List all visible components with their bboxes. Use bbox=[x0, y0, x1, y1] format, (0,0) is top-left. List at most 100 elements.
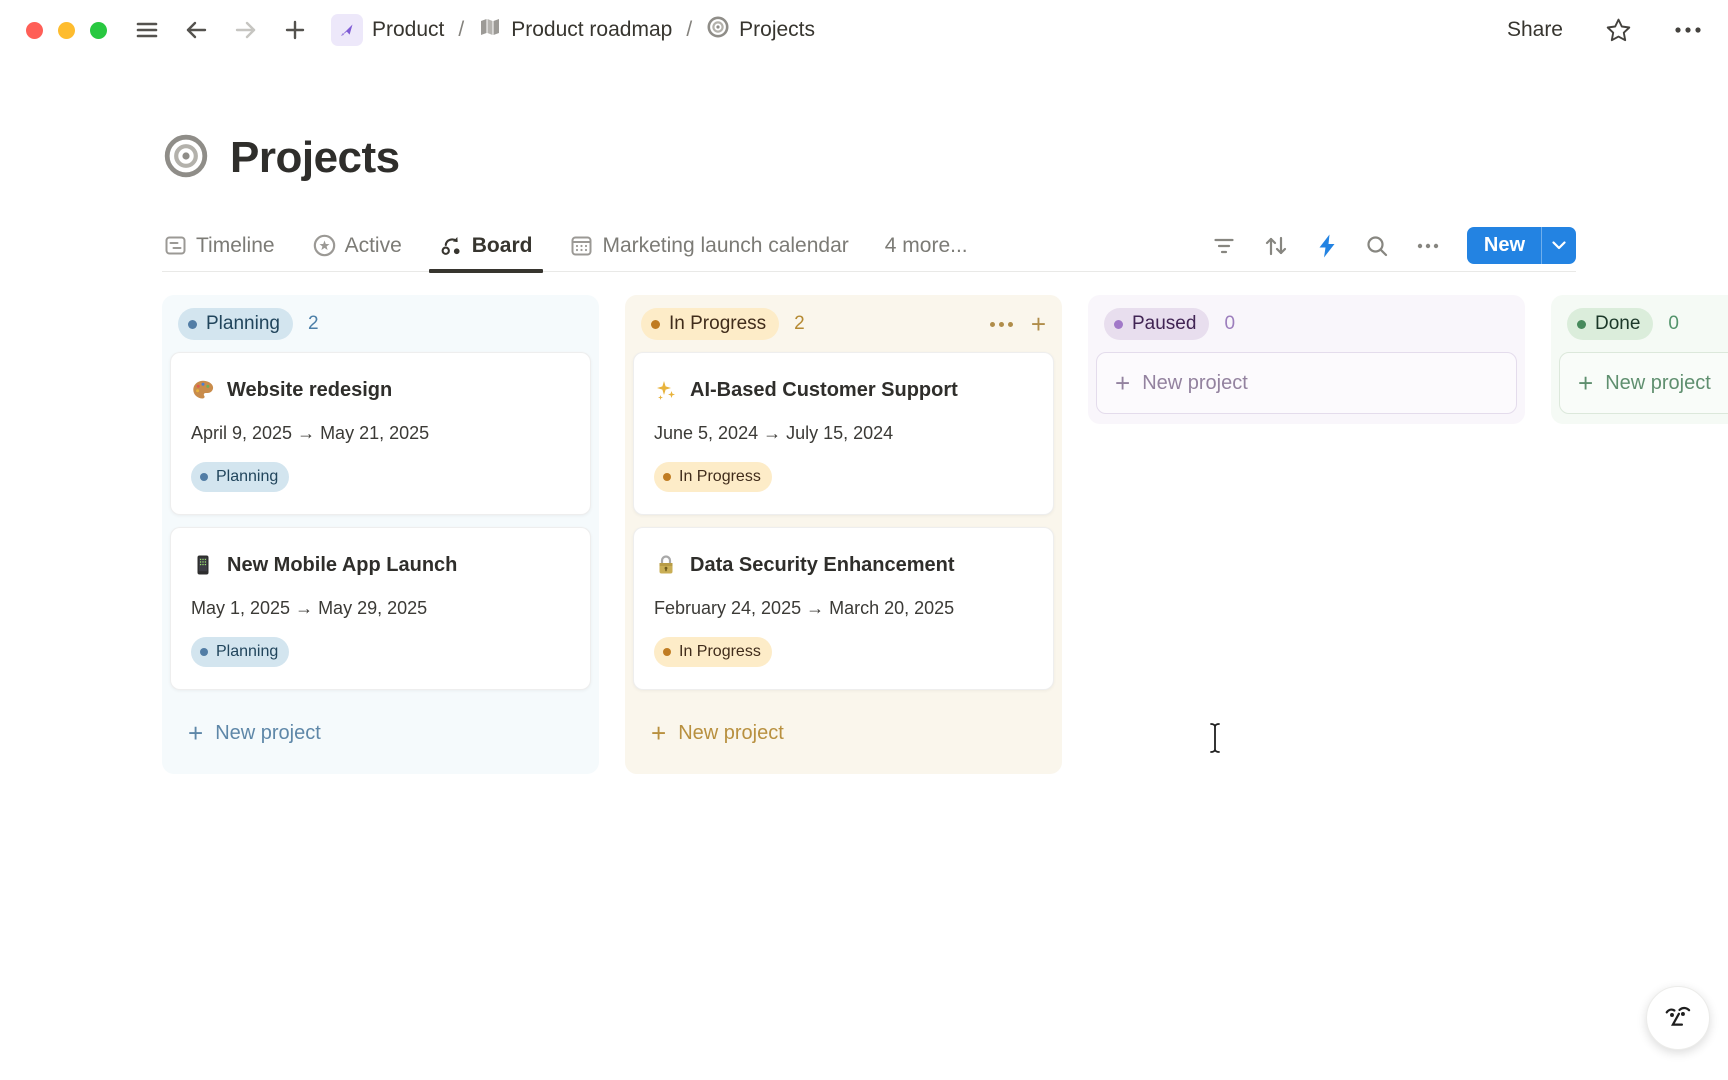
card-status-tag: Planning bbox=[191, 637, 289, 667]
new-button[interactable]: New bbox=[1467, 227, 1576, 264]
tag-label: Planning bbox=[216, 468, 278, 486]
card-status-tag: In Progress bbox=[654, 637, 772, 667]
sparkles-icon bbox=[654, 378, 678, 402]
zoom-window-button[interactable] bbox=[90, 22, 107, 39]
breadcrumb-separator: / bbox=[458, 18, 464, 42]
active-star-icon bbox=[313, 234, 336, 257]
new-button-dropdown[interactable] bbox=[1541, 227, 1576, 264]
minimize-window-button[interactable] bbox=[58, 22, 75, 39]
new-project-button[interactable]: + New project bbox=[1096, 352, 1517, 414]
column-header: Done 0 bbox=[1559, 308, 1728, 340]
board-column-in-progress: In Progress 2 + AI-Based Customer Suppor… bbox=[625, 295, 1062, 774]
automations-lightning-icon[interactable] bbox=[1316, 233, 1338, 259]
more-views-button[interactable]: 4 more... bbox=[885, 234, 968, 258]
column-options-icon[interactable] bbox=[990, 322, 1013, 327]
breadcrumb-label: Product roadmap bbox=[511, 18, 672, 42]
status-dot bbox=[200, 648, 208, 656]
tab-label: Active bbox=[345, 234, 402, 258]
window-titlebar: Product / Product roadmap / Projects Sha… bbox=[0, 0, 1728, 60]
view-options-icon[interactable] bbox=[1416, 242, 1440, 250]
column-status-pill[interactable]: Paused bbox=[1104, 308, 1209, 340]
plus-icon: + bbox=[651, 718, 666, 749]
new-project-button[interactable]: + New project bbox=[170, 702, 591, 764]
card-date-range: April 9, 2025 → May 21, 2025 bbox=[191, 423, 570, 444]
tab-active[interactable]: Active bbox=[311, 220, 404, 272]
column-name: In Progress bbox=[669, 313, 766, 335]
target-icon bbox=[706, 15, 730, 45]
card-date-range: February 24, 2025 → March 20, 2025 bbox=[654, 598, 1033, 619]
column-status-pill[interactable]: Done bbox=[1567, 308, 1653, 340]
tab-label: Marketing launch calendar bbox=[602, 234, 848, 258]
filter-icon[interactable] bbox=[1212, 236, 1236, 256]
column-count: 0 bbox=[1224, 313, 1235, 335]
column-status-pill[interactable]: In Progress bbox=[641, 308, 779, 340]
board-view: Planning 2 Website redesign April 9, 202… bbox=[0, 295, 1728, 774]
new-project-label: New project bbox=[215, 722, 321, 745]
tab-board[interactable]: Board bbox=[438, 220, 535, 272]
project-card-new-mobile-app-launch[interactable]: New Mobile App Launch May 1, 2025 → May … bbox=[170, 527, 591, 690]
column-count: 2 bbox=[308, 313, 319, 335]
project-card-ai-based-customer-support[interactable]: AI-Based Customer Support June 5, 2024 →… bbox=[633, 352, 1054, 515]
card-status-tag: Planning bbox=[191, 462, 289, 492]
breadcrumb-item-product[interactable]: Product bbox=[331, 14, 444, 46]
text-cursor bbox=[1206, 722, 1224, 759]
column-count: 2 bbox=[794, 313, 805, 335]
card-date-range: May 1, 2025 → May 29, 2025 bbox=[191, 598, 570, 619]
search-icon[interactable] bbox=[1365, 234, 1389, 258]
sidebar-menu-icon[interactable] bbox=[135, 18, 159, 42]
board-column-planning: Planning 2 Website redesign April 9, 202… bbox=[162, 295, 599, 774]
notion-ai-face-button[interactable] bbox=[1646, 986, 1710, 1050]
ai-face-icon bbox=[1660, 1000, 1696, 1036]
breadcrumb-item-product-roadmap[interactable]: Product roadmap bbox=[478, 16, 672, 44]
product-rocket-icon bbox=[331, 14, 363, 46]
timeline-icon bbox=[164, 234, 187, 257]
status-dot bbox=[663, 473, 671, 481]
project-card-website-redesign[interactable]: Website redesign April 9, 2025 → May 21,… bbox=[170, 352, 591, 515]
plus-icon: + bbox=[1115, 368, 1130, 399]
page-target-icon bbox=[162, 132, 210, 185]
new-project-label: New project bbox=[1142, 372, 1248, 395]
card-title: Data Security Enhancement bbox=[690, 550, 955, 580]
breadcrumb-item-projects[interactable]: Projects bbox=[706, 15, 815, 45]
status-dot bbox=[651, 320, 660, 329]
share-button[interactable]: Share bbox=[1507, 18, 1563, 42]
view-toolbar: New bbox=[1212, 227, 1576, 264]
breadcrumb-separator: / bbox=[686, 18, 692, 42]
new-page-plus-icon[interactable] bbox=[283, 18, 307, 42]
tab-marketing-launch-calendar[interactable]: Marketing launch calendar bbox=[568, 220, 850, 272]
favorite-star-icon[interactable] bbox=[1605, 17, 1632, 43]
tag-label: In Progress bbox=[679, 643, 761, 661]
breadcrumb: Product / Product roadmap / Projects bbox=[331, 14, 815, 46]
card-status-tag: In Progress bbox=[654, 462, 772, 492]
close-window-button[interactable] bbox=[26, 22, 43, 39]
column-name: Paused bbox=[1132, 313, 1196, 335]
palette-icon bbox=[191, 378, 215, 402]
tab-timeline[interactable]: Timeline bbox=[162, 220, 277, 272]
plus-icon: + bbox=[1578, 368, 1593, 399]
column-add-card-icon[interactable]: + bbox=[1031, 313, 1046, 335]
new-project-button[interactable]: + New project bbox=[633, 702, 1054, 764]
new-button-label[interactable]: New bbox=[1467, 227, 1541, 264]
tab-label: Timeline bbox=[196, 234, 275, 258]
column-header: In Progress 2 + bbox=[633, 308, 1054, 340]
column-status-pill[interactable]: Planning bbox=[178, 308, 293, 340]
sort-icon[interactable] bbox=[1263, 234, 1289, 258]
map-icon bbox=[478, 16, 502, 44]
status-dot bbox=[188, 320, 197, 329]
more-options-icon[interactable] bbox=[1674, 25, 1702, 35]
traffic-lights bbox=[26, 22, 107, 39]
column-name: Done bbox=[1595, 313, 1640, 335]
new-project-button[interactable]: + New project bbox=[1559, 352, 1728, 414]
card-title: AI-Based Customer Support bbox=[690, 375, 958, 405]
status-dot bbox=[1114, 320, 1123, 329]
column-count: 0 bbox=[1668, 313, 1679, 335]
chevron-down-icon bbox=[1552, 241, 1566, 250]
back-arrow-icon[interactable] bbox=[183, 18, 209, 42]
board-column-done: Done 0 + New project bbox=[1551, 295, 1728, 424]
forward-arrow-icon[interactable] bbox=[233, 18, 259, 42]
project-card-data-security-enhancement[interactable]: Data Security Enhancement February 24, 2… bbox=[633, 527, 1054, 690]
status-dot bbox=[663, 648, 671, 656]
card-date-range: June 5, 2024 → July 15, 2024 bbox=[654, 423, 1033, 444]
tag-label: Planning bbox=[216, 643, 278, 661]
status-dot bbox=[200, 473, 208, 481]
